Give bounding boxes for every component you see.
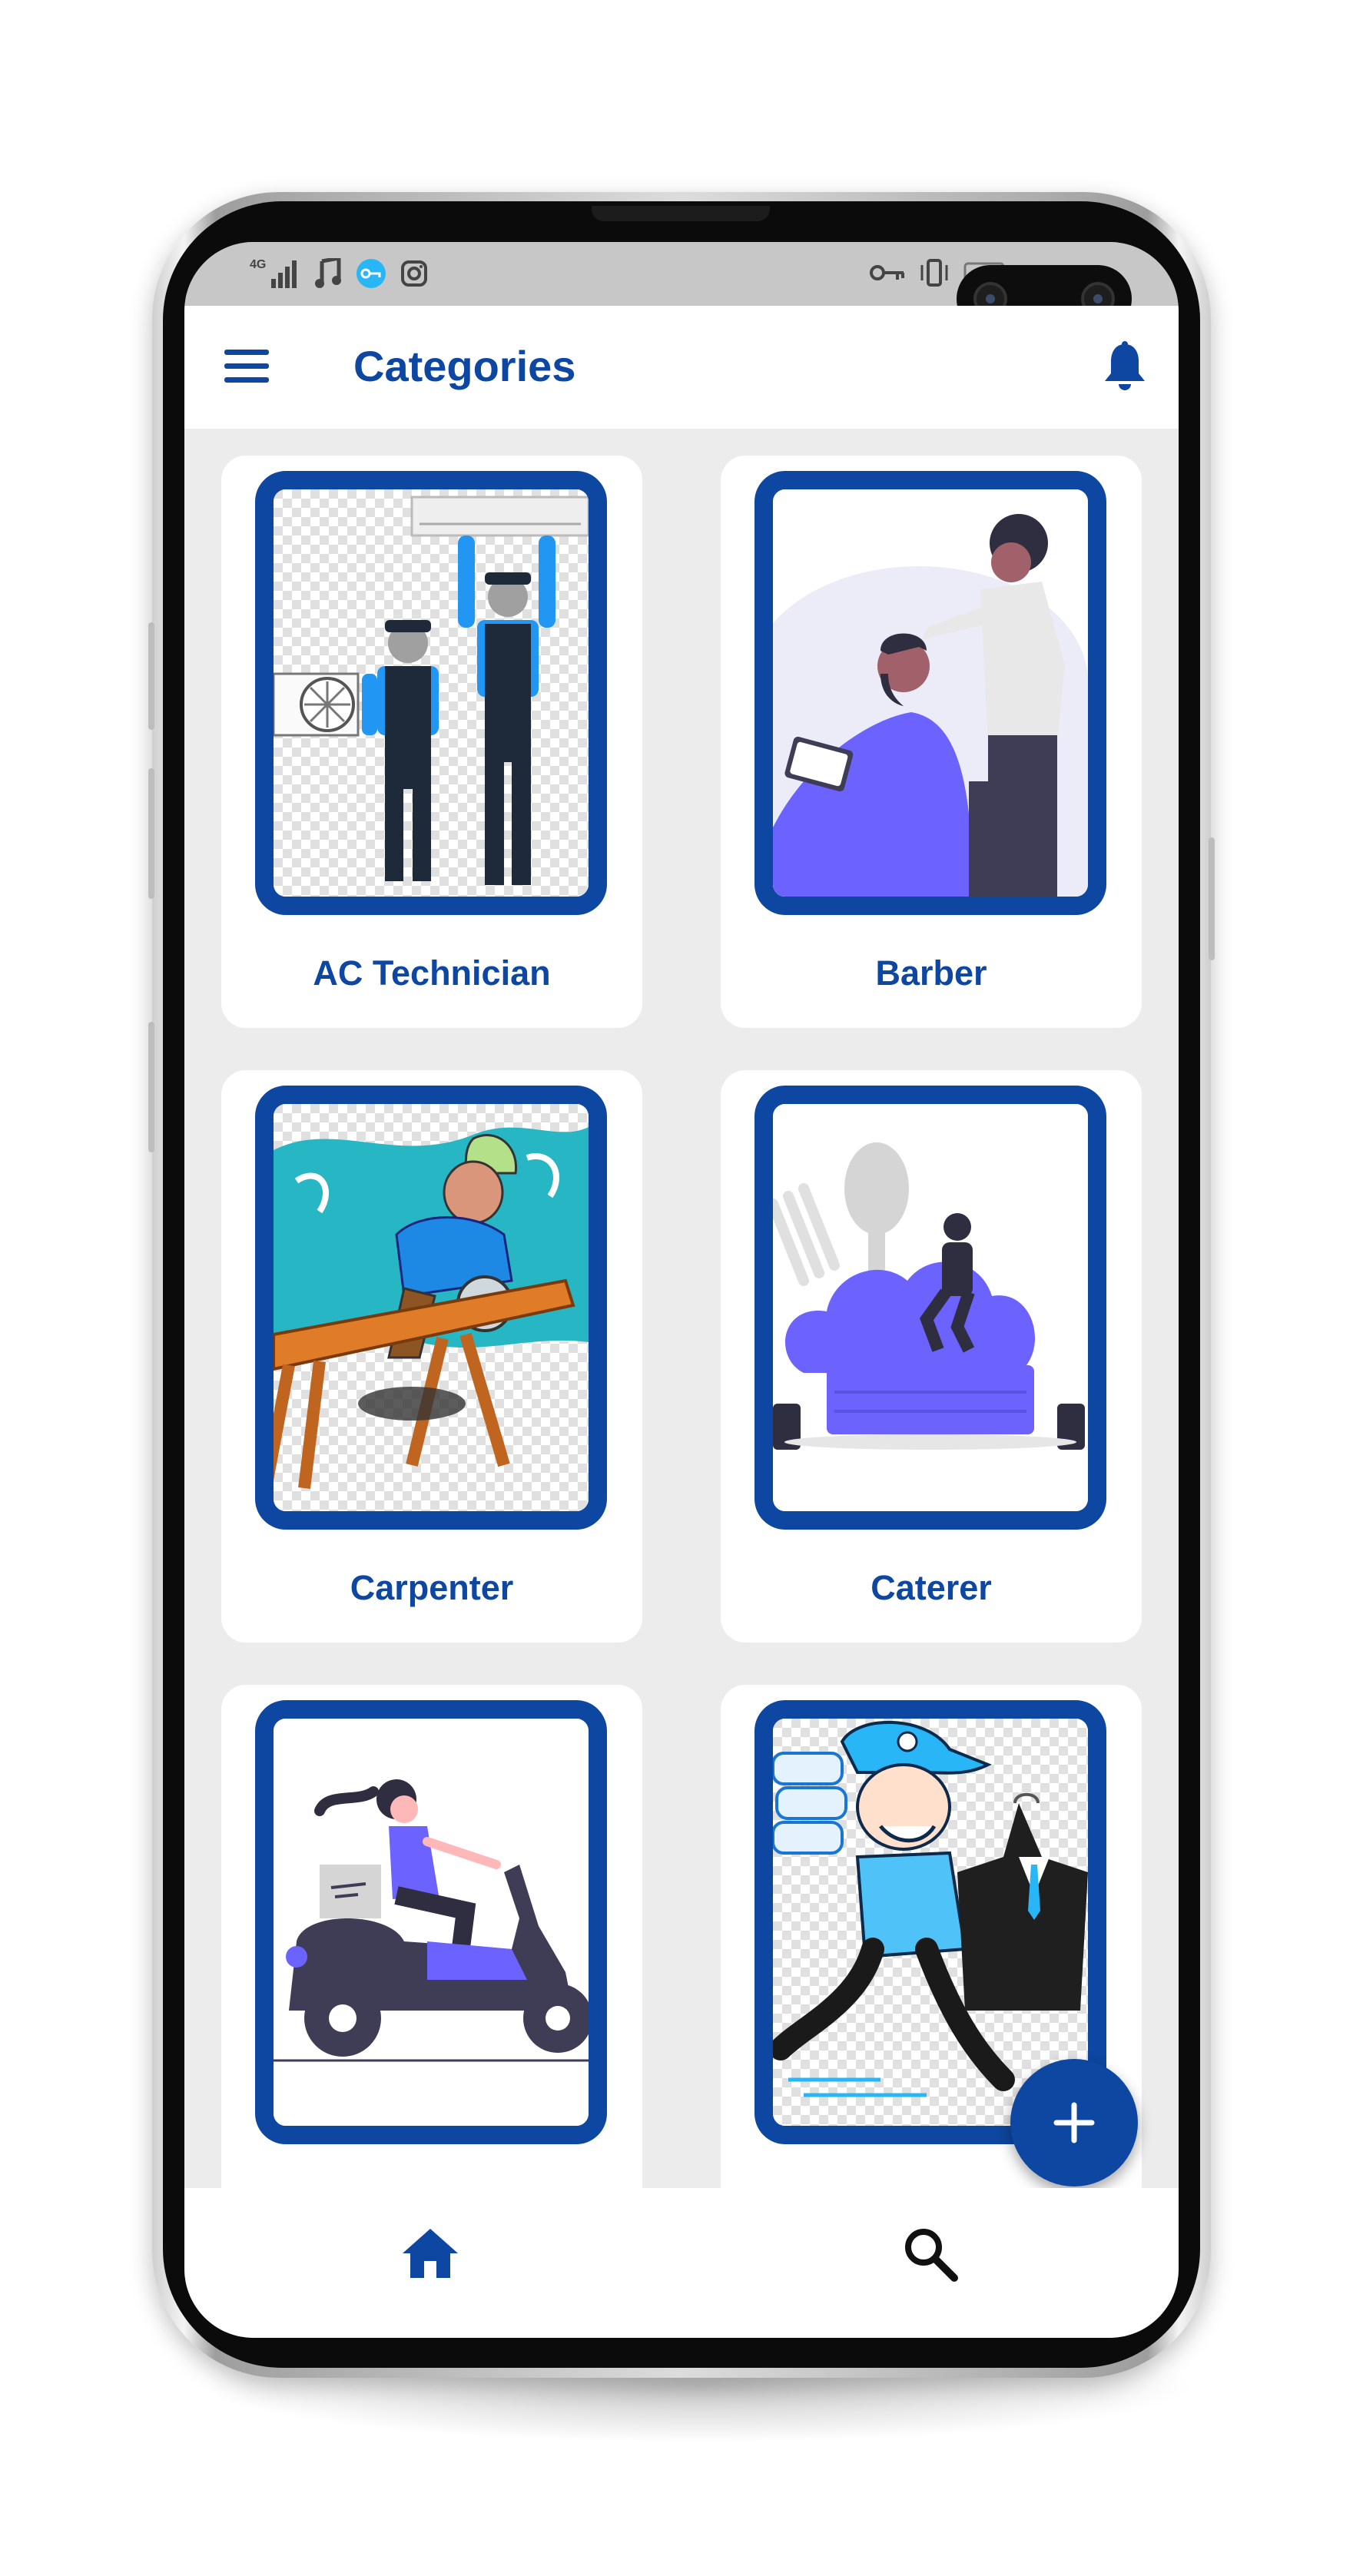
bell-icon[interactable] [1102, 341, 1148, 392]
add-fab-button[interactable] [1010, 2059, 1138, 2186]
carpenter-illustration [255, 1086, 607, 1530]
signal-4g-icon: 4G [250, 258, 297, 288]
music-icon [315, 258, 341, 288]
side-button-left-1 [148, 622, 154, 730]
category-label: Barber [875, 953, 987, 993]
category-card-ac-technician[interactable]: AC Technician [221, 456, 642, 1028]
vpn-key-icon [870, 265, 904, 280]
barber-illustration [754, 471, 1106, 915]
search-icon[interactable] [899, 2223, 960, 2284]
category-label: AC Technician [313, 953, 551, 993]
vibrate-icon [920, 259, 948, 287]
plus-icon [1053, 2102, 1095, 2143]
home-icon[interactable] [400, 2223, 461, 2284]
category-card-carpenter[interactable]: Carpenter [221, 1070, 642, 1643]
caterer-illustration [754, 1086, 1106, 1530]
status-icons-left: 4G [250, 256, 428, 291]
side-button-left-3 [148, 1022, 154, 1152]
category-label: Carpenter [350, 1568, 514, 1607]
category-label: Caterer [871, 1568, 992, 1607]
vpn-key-icon [357, 259, 386, 288]
hamburger-menu-icon[interactable] [224, 350, 269, 383]
ac-technician-illustration [255, 471, 607, 915]
delivery-scooter-illustration [255, 1700, 607, 2144]
category-card-barber[interactable]: Barber [721, 456, 1142, 1028]
category-card-caterer[interactable]: Caterer [721, 1070, 1142, 1643]
side-button-left-2 [148, 768, 154, 899]
earpiece-speaker [592, 206, 770, 221]
phone-screen: 4G Categories AC Technician Barber Carpe… [184, 242, 1179, 2338]
category-card-delivery[interactable] [221, 1685, 642, 2188]
app-bar: Categories [184, 306, 1179, 429]
side-button-right [1209, 837, 1215, 960]
bottom-navigation [184, 2188, 1179, 2338]
instagram-icon [401, 260, 427, 287]
svg-text:4G: 4G [250, 258, 266, 271]
category-grid: AC Technician Barber Carpenter Caterer [184, 429, 1179, 2188]
page-title: Categories [353, 342, 576, 390]
